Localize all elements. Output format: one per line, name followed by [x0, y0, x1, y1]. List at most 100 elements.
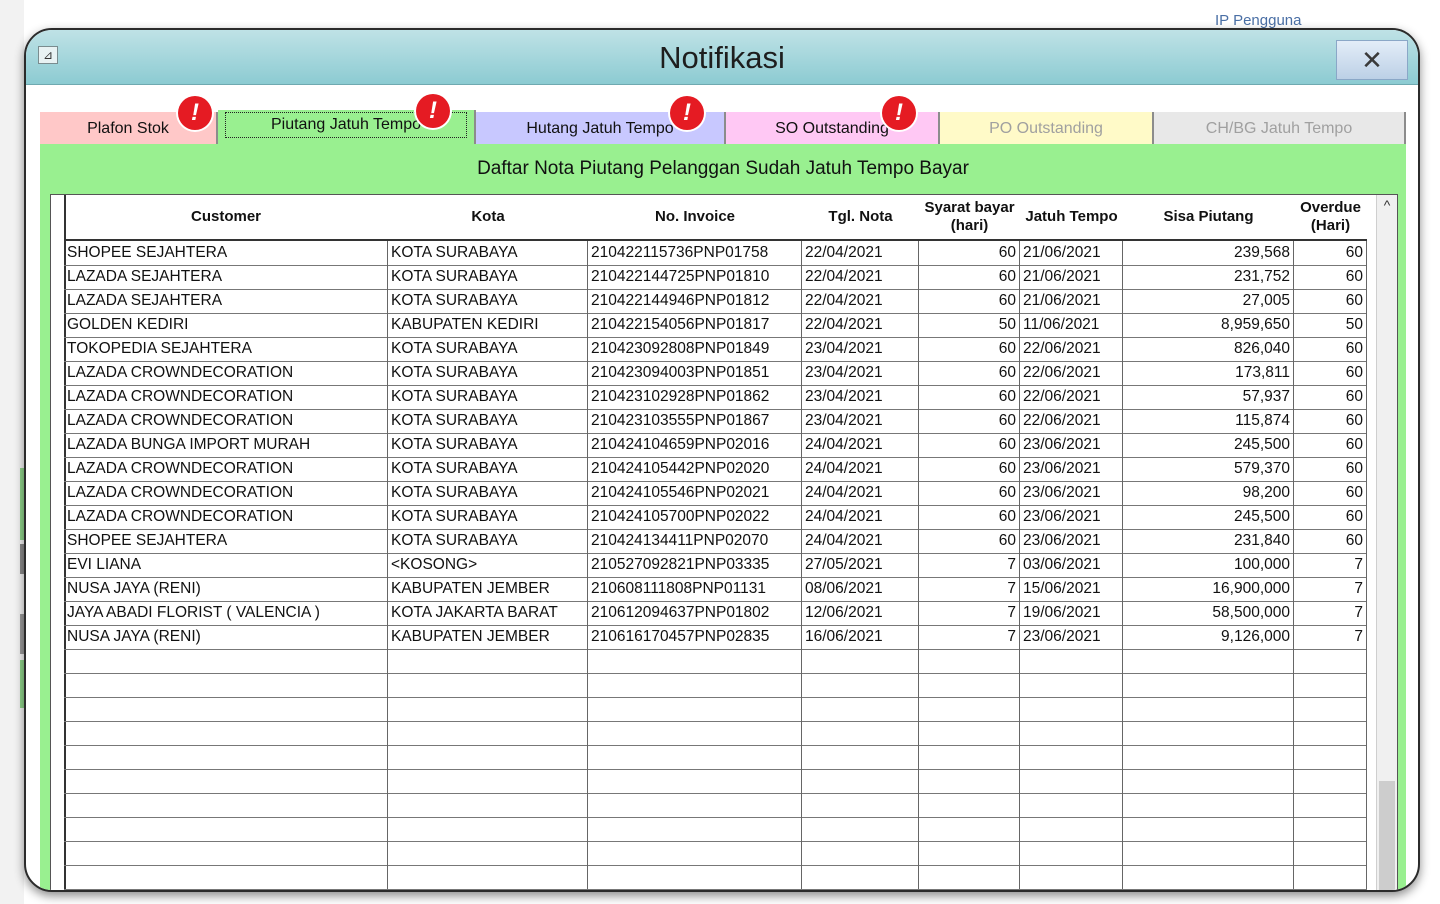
title-bar[interactable]: ⊿ Notifikasi ✕ [26, 30, 1418, 85]
tab-plafon-stok[interactable]: Plafon Stok! [40, 96, 218, 144]
table-cell [1123, 865, 1294, 889]
table-cell: 60 [919, 289, 1020, 313]
table-cell: 60 [919, 529, 1020, 553]
table-cell [388, 793, 588, 817]
column-header[interactable]: Customer [64, 195, 388, 239]
table-cell [588, 769, 802, 793]
table-row[interactable]: LAZADA CROWNDECORATION KOTA SURABAYA 21042… [64, 505, 1367, 530]
table-cell [919, 745, 1020, 769]
table-cell: LAZADA CROWNDECORATION [64, 409, 388, 433]
table-cell: KOTA SURABAYA [388, 457, 588, 481]
table-row[interactable]: LAZADA CROWNDECORATION KOTA SURABAYA 21042… [64, 361, 1367, 386]
table-cell: 210423102928PNP01862 [588, 385, 802, 409]
table-cell [802, 673, 919, 697]
table-cell [919, 673, 1020, 697]
column-header[interactable]: Jatuh Tempo [1020, 195, 1123, 239]
invoice-grid[interactable]: Customer Kota No. Invoice Tgl. Nota Syarat b… [50, 194, 1398, 890]
table-cell: 60 [1294, 433, 1367, 457]
tab-po-outstanding[interactable]: PO Outstanding [940, 112, 1154, 144]
vertical-scrollbar[interactable]: ^ [1376, 195, 1397, 890]
table-cell: 210608111808PNP01131 [588, 577, 802, 601]
table-cell: LAZADA CROWNDECORATION [64, 505, 388, 529]
tab-piutang-jatuh-tempo[interactable]: Piutang Jatuh Tempo! [218, 94, 476, 144]
table-row[interactable] [64, 841, 1367, 866]
table-cell [1294, 793, 1367, 817]
table-cell [802, 745, 919, 769]
table-row[interactable] [64, 793, 1367, 818]
table-row[interactable] [64, 769, 1367, 794]
table-cell [588, 721, 802, 745]
table-row[interactable]: SHOPEE SEJAHTERA KOTA SURABAYA 21042211573… [64, 241, 1367, 266]
tab-ch-bg-jatuh-tempo[interactable]: CH/BG Jatuh Tempo [1154, 112, 1406, 144]
table-cell: 210422144946PNP01812 [588, 289, 802, 313]
table-cell [1294, 817, 1367, 841]
table-row[interactable] [64, 865, 1367, 890]
table-cell [64, 673, 388, 697]
table-cell: 60 [1294, 529, 1367, 553]
table-row[interactable]: LAZADA CROWNDECORATION KOTA SURABAYA 21042… [64, 481, 1367, 506]
table-row[interactable]: JAYA ABADI FLORIST ( VALENCIA ) KOTA JAKA… [64, 601, 1367, 626]
table-cell: 16,900,000 [1123, 577, 1294, 601]
table-cell: GOLDEN KEDIRI [64, 313, 388, 337]
table-row[interactable]: LAZADA CROWNDECORATION KOTA SURABAYA 21042… [64, 409, 1367, 434]
table-cell: 231,840 [1123, 529, 1294, 553]
table-cell [919, 865, 1020, 889]
table-cell: 23/04/2021 [802, 409, 919, 433]
column-header[interactable]: No. Invoice [588, 195, 802, 239]
close-button[interactable]: ✕ [1336, 40, 1408, 80]
table-cell: 60 [1294, 241, 1367, 265]
table-row[interactable]: EVI LIANA <KOSONG> 210527092821PNP03335 27/… [64, 553, 1367, 578]
table-row[interactable]: SHOPEE SEJAHTERA KOTA SURABAYA 21042413441… [64, 529, 1367, 554]
table-cell: 60 [919, 265, 1020, 289]
table-row[interactable]: LAZADA SEJAHTERA KOTA SURABAYA 21042214494… [64, 289, 1367, 314]
table-cell: KOTA SURABAYA [388, 481, 588, 505]
table-row[interactable]: LAZADA CROWNDECORATION KOTA SURABAYA 21042… [64, 457, 1367, 482]
table-cell: 24/04/2021 [802, 457, 919, 481]
table-cell [919, 697, 1020, 721]
scroll-up-icon[interactable]: ^ [1377, 197, 1397, 213]
table-cell: 27,005 [1123, 289, 1294, 313]
table-cell [64, 649, 388, 673]
table-cell: 210424105442PNP02020 [588, 457, 802, 481]
table-row[interactable]: GOLDEN KEDIRI KABUPATEN KEDIRI 21042215405… [64, 313, 1367, 338]
table-cell: 24/04/2021 [802, 505, 919, 529]
table-cell: 22/06/2021 [1020, 409, 1123, 433]
table-row[interactable] [64, 649, 1367, 674]
table-row[interactable]: LAZADA SEJAHTERA KOTA SURABAYA 21042214472… [64, 265, 1367, 290]
table-cell [1294, 865, 1367, 889]
table-row[interactable]: TOKOPEDIA SEJAHTERA KOTA SURABAYA 21042309… [64, 337, 1367, 362]
table-cell: KABUPATEN JEMBER [388, 625, 588, 649]
table-cell: 23/06/2021 [1020, 433, 1123, 457]
table-row[interactable]: NUSA JAYA (RENI) KABUPATEN JEMBER 21060811… [64, 577, 1367, 602]
table-cell: 100,000 [1123, 553, 1294, 577]
column-header[interactable]: Kota [388, 195, 588, 239]
table-row[interactable]: NUSA JAYA (RENI) KABUPATEN JEMBER 21061617… [64, 625, 1367, 650]
table-cell: 60 [1294, 457, 1367, 481]
tab-so-outstanding[interactable]: SO Outstanding! [726, 96, 940, 144]
table-cell: 7 [1294, 625, 1367, 649]
tab-hutang-jatuh-tempo[interactable]: Hutang Jatuh Tempo! [476, 96, 726, 144]
table-row[interactable] [64, 817, 1367, 842]
scroll-thumb[interactable] [1379, 781, 1395, 890]
table-row[interactable]: LAZADA BUNGA IMPORT MURAH KOTA SURABAYA 21… [64, 433, 1367, 458]
table-row[interactable] [64, 673, 1367, 698]
table-row[interactable]: LAZADA CROWNDECORATION KOTA SURABAYA 21042… [64, 385, 1367, 410]
table-cell [388, 769, 588, 793]
table-cell: 210423103555PNP01867 [588, 409, 802, 433]
table-cell: 15/06/2021 [1020, 577, 1123, 601]
table-cell [64, 841, 388, 865]
table-row[interactable] [64, 745, 1367, 770]
table-cell [802, 721, 919, 745]
column-header[interactable]: Sisa Piutang [1123, 195, 1294, 239]
table-cell: 23/06/2021 [1020, 505, 1123, 529]
table-cell [1020, 841, 1123, 865]
table-row[interactable] [64, 697, 1367, 722]
column-header[interactable]: Syarat bayar (hari) [919, 195, 1020, 239]
table-cell: 60 [919, 481, 1020, 505]
alert-icon: ! [416, 94, 450, 128]
table-row[interactable] [64, 721, 1367, 746]
table-cell: KABUPATEN KEDIRI [388, 313, 588, 337]
column-header[interactable]: Tgl. Nota [802, 195, 919, 239]
table-cell: 23/06/2021 [1020, 625, 1123, 649]
column-header[interactable]: Overdue (Hari) [1294, 195, 1367, 239]
